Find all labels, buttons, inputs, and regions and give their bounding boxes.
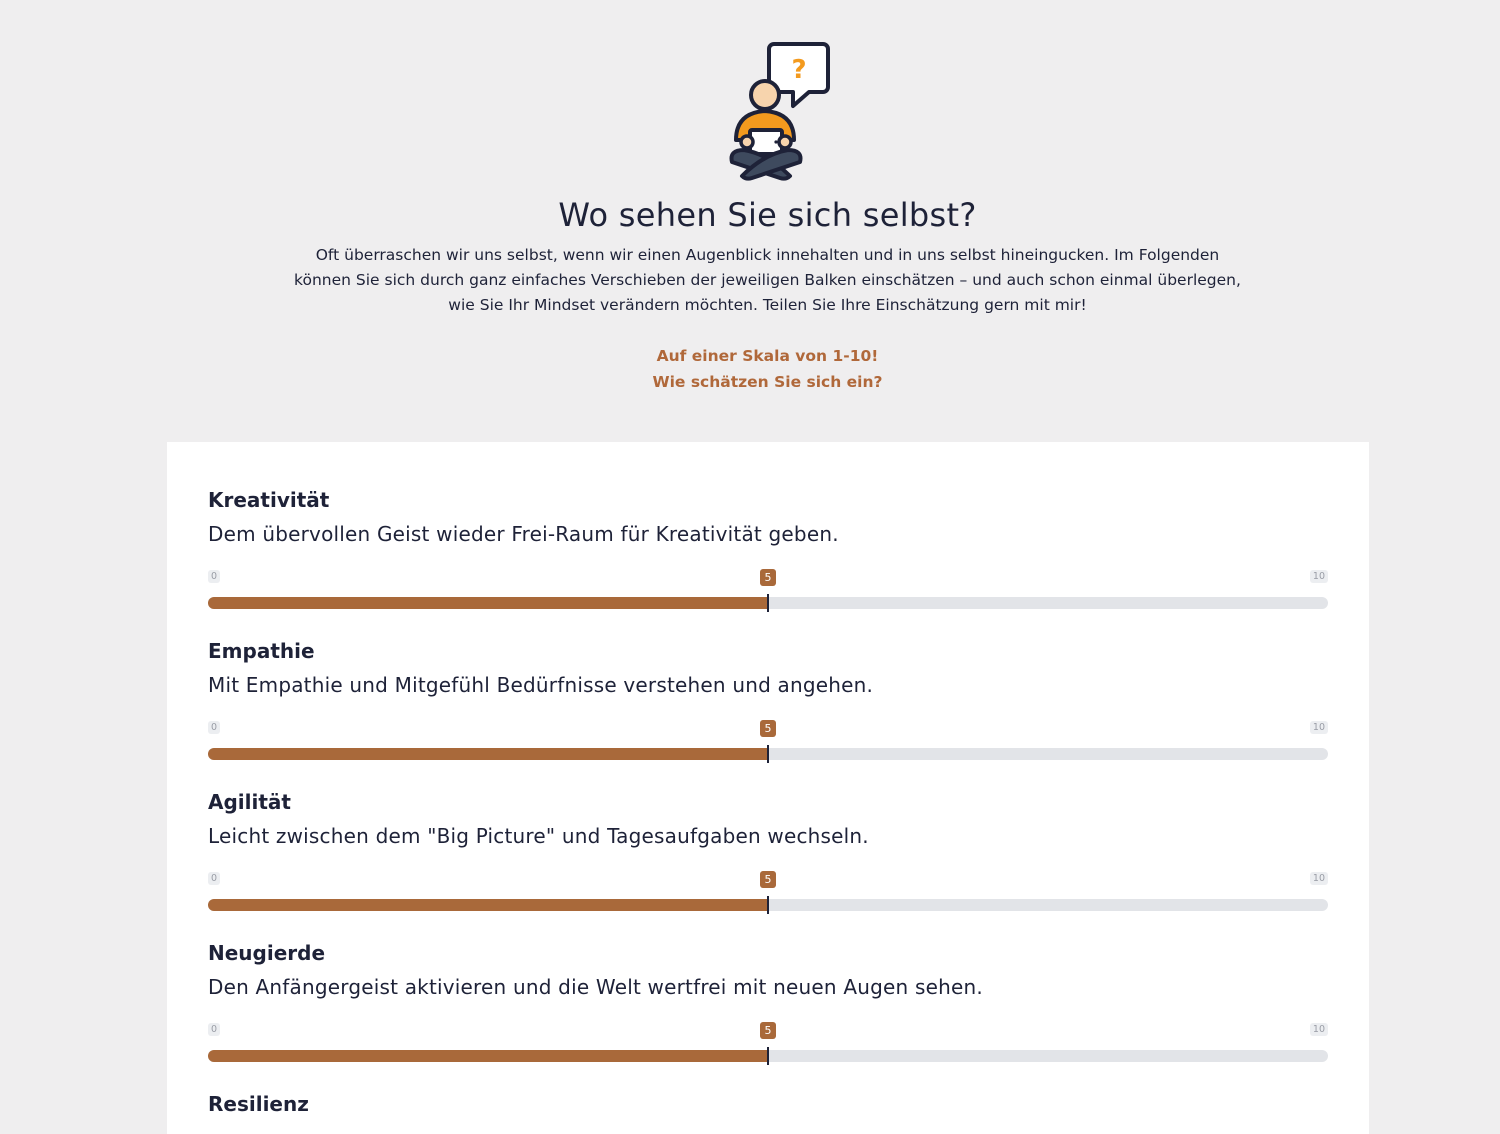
rating-title: Resilienz	[208, 1092, 309, 1116]
slider-value-badge: 5	[760, 871, 776, 888]
slider-max-label: 10	[1309, 570, 1328, 583]
rating-description: Leicht zwischen dem "Big Picture" und Ta…	[208, 824, 869, 848]
rating-title: Kreativität	[208, 488, 330, 512]
intro-text: Oft überraschen wir uns selbst, wenn wir…	[250, 243, 1285, 318]
rating-description: Dem übervollen Geist wieder Frei-Raum fü…	[208, 522, 839, 546]
slider-value-badge: 5	[760, 720, 776, 737]
slider-value-badge: 5	[760, 569, 776, 586]
slider-max-label: 10	[1309, 872, 1328, 885]
slider-min-label: 0	[208, 1023, 221, 1036]
slider-max-label: 10	[1309, 721, 1328, 734]
page: ? Wo sehen Sie sich selbst? Oft überrasc…	[0, 0, 1500, 1134]
slider-fill	[208, 899, 768, 911]
scale-note-line: Auf einer Skala von 1-10!	[656, 347, 879, 365]
scale-note-line: Wie schätzen Sie sich ein?	[652, 372, 883, 391]
page-title: Wo sehen Sie sich selbst?	[558, 196, 977, 234]
rating-description: Den Anfängergeist aktivieren und die Wel…	[208, 975, 983, 999]
slider-min-label: 0	[208, 570, 221, 583]
svg-text:?: ?	[791, 55, 806, 85]
slider-fill	[208, 1050, 768, 1062]
rating-title: Agilität	[208, 790, 291, 814]
intro-line: Oft überraschen wir uns selbst, wenn wir…	[315, 246, 1220, 264]
rating-slider[interactable]: 0 5 10	[208, 871, 1328, 914]
rating-card: Kreativität Dem übervollen Geist wieder …	[167, 442, 1369, 1134]
rating-slider[interactable]: 0 5 10	[208, 1022, 1328, 1065]
rating-title: Neugierde	[208, 941, 326, 965]
slider-min-label: 0	[208, 872, 221, 885]
slider-fill	[208, 597, 768, 609]
slider-handle[interactable]	[767, 745, 769, 763]
rating-slider[interactable]: 0 5 10	[208, 569, 1328, 612]
slider-max-label: 10	[1309, 1023, 1328, 1036]
rating-description: Mit Empathie und Mitgefühl Bedürfnisse v…	[208, 673, 874, 697]
person-with-tablet-question-icon: ?	[729, 42, 830, 181]
scale-note: Auf einer Skala von 1-10! Wie schätzen S…	[0, 344, 1500, 395]
slider-fill	[208, 748, 768, 760]
slider-handle[interactable]	[767, 1047, 769, 1065]
slider-value-badge: 5	[760, 1022, 776, 1039]
rating-slider[interactable]: 0 5 10	[208, 720, 1328, 763]
slider-handle[interactable]	[767, 896, 769, 914]
intro-line: können Sie sich durch ganz einfaches Ver…	[294, 271, 1241, 289]
slider-min-label: 0	[208, 721, 221, 734]
slider-handle[interactable]	[767, 594, 769, 612]
intro-line: wie Sie Ihr Mindset verändern möchten. T…	[448, 296, 1087, 314]
rating-title: Empathie	[208, 639, 315, 663]
